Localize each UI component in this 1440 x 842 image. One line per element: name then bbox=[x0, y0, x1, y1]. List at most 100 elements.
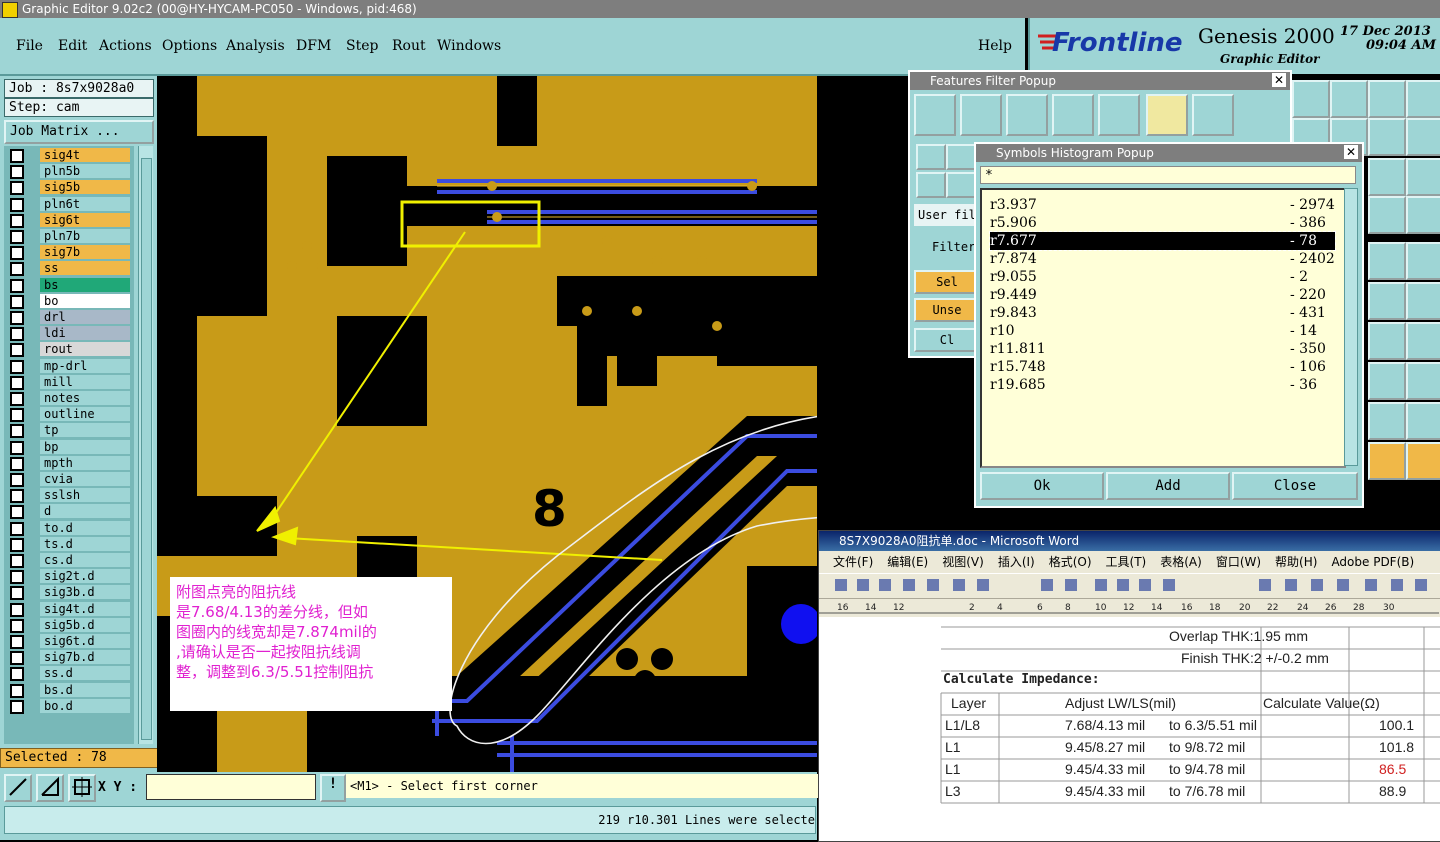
layer-checkbox[interactable] bbox=[10, 149, 24, 163]
layer-checkbox[interactable] bbox=[10, 651, 24, 666]
tool-arc-icon[interactable] bbox=[1368, 322, 1406, 360]
layer-row[interactable]: bo bbox=[4, 293, 148, 309]
histogram-row[interactable]: r7.874 - 2402 bbox=[990, 250, 1335, 268]
word-menu-item[interactable]: Adobe PDF(B) bbox=[1331, 555, 1414, 569]
layer-checkbox[interactable] bbox=[10, 456, 24, 471]
layer-row[interactable]: sig4t bbox=[4, 148, 148, 163]
menu-windows[interactable]: Windows bbox=[437, 38, 501, 54]
layer-row[interactable]: d bbox=[4, 504, 148, 520]
tool-d-icon[interactable] bbox=[1406, 118, 1440, 156]
menu-analysis[interactable]: Analysis bbox=[226, 38, 285, 54]
layer-row[interactable]: sig2t.d bbox=[4, 569, 148, 585]
tool-line2-icon[interactable] bbox=[1406, 282, 1440, 320]
tool-point-icon[interactable] bbox=[1406, 242, 1440, 280]
layer-checkbox[interactable] bbox=[10, 424, 24, 439]
layer-row[interactable]: pln7b bbox=[4, 229, 148, 244]
layer-checkbox[interactable] bbox=[10, 294, 24, 309]
filter-surface-icon[interactable] bbox=[1006, 94, 1048, 136]
layer-row[interactable]: sig5b.d bbox=[4, 617, 148, 633]
filter-negative-icon[interactable] bbox=[1192, 94, 1234, 136]
histogram-filter-input[interactable]: * bbox=[980, 166, 1356, 184]
menu-actions[interactable]: Actions bbox=[99, 38, 152, 54]
word-menu-item[interactable]: 格式(O) bbox=[1049, 555, 1092, 569]
word-menu-item[interactable]: 帮助(H) bbox=[1275, 555, 1317, 569]
histogram-add-button[interactable]: Add bbox=[1106, 472, 1230, 500]
tool-scale-icon[interactable] bbox=[1368, 158, 1406, 196]
layer-row[interactable]: bs bbox=[4, 277, 148, 293]
histogram-row[interactable]: r7.677 - 78 bbox=[989, 231, 1336, 251]
layer-row[interactable]: mill bbox=[4, 374, 148, 390]
layer-row[interactable]: sig6t bbox=[4, 212, 148, 228]
filter-select-button[interactable]: Sel bbox=[914, 270, 980, 294]
filter-option-a-icon[interactable] bbox=[916, 144, 946, 170]
histogram-row[interactable]: r9.055 - 2 bbox=[990, 268, 1335, 286]
tool-download-icon[interactable] bbox=[1330, 80, 1368, 118]
job-matrix-button[interactable]: Job Matrix ... bbox=[4, 120, 154, 144]
layer-checkbox[interactable] bbox=[10, 278, 24, 293]
menu-help[interactable]: Help bbox=[978, 38, 1012, 54]
menu-step[interactable]: Step bbox=[346, 38, 378, 54]
layer-checkbox[interactable] bbox=[10, 602, 24, 617]
layer-row[interactable]: sig7b bbox=[4, 245, 148, 261]
xy-input[interactable] bbox=[146, 774, 316, 800]
filter-option-d-icon[interactable] bbox=[946, 172, 976, 198]
layer-list-scrollbar[interactable] bbox=[138, 146, 153, 744]
word-menu-item[interactable]: 视图(V) bbox=[942, 555, 984, 569]
layer-checkbox[interactable] bbox=[10, 635, 24, 649]
menu-edit[interactable]: Edit bbox=[58, 38, 87, 54]
histogram-list[interactable]: r3.937 - 2974 r5.906 - 386 r7.677 - 78 r7.874 -… bbox=[980, 188, 1346, 468]
word-menu-item[interactable]: 编辑(E) bbox=[887, 555, 928, 569]
layer-checkbox[interactable] bbox=[10, 473, 24, 487]
filter-clear-button[interactable]: Cl bbox=[914, 328, 980, 352]
word-menu-item[interactable]: 文件(F) bbox=[833, 555, 873, 569]
layer-checkbox[interactable] bbox=[10, 699, 24, 714]
filter-option-b-icon[interactable] bbox=[946, 144, 976, 170]
layer-checkbox[interactable] bbox=[10, 197, 24, 212]
word-document[interactable]: Overlap THK:1.95 mm Finish THK:2 +/-0.2 … bbox=[819, 619, 1440, 841]
histogram-scrollbar[interactable] bbox=[1344, 188, 1358, 466]
layer-row[interactable]: to.d bbox=[4, 520, 148, 536]
filter-close-icon[interactable]: ✕ bbox=[1272, 73, 1286, 87]
layer-checkbox[interactable] bbox=[10, 246, 24, 261]
histogram-row[interactable]: r15.748 - 106 bbox=[990, 358, 1335, 376]
histogram-row[interactable]: r10 - 14 bbox=[990, 322, 1335, 340]
tool-measure-icon[interactable] bbox=[1368, 402, 1406, 440]
tool-c-icon[interactable] bbox=[1368, 118, 1406, 156]
tool-traffic-icon[interactable] bbox=[1368, 196, 1406, 234]
tool-shapes-icon[interactable] bbox=[1406, 362, 1440, 400]
filter-arc-icon[interactable] bbox=[1052, 94, 1094, 136]
layer-checkbox[interactable] bbox=[10, 505, 24, 520]
histogram-ok-button[interactable]: Ok bbox=[980, 472, 1104, 500]
tool-net-icon[interactable] bbox=[1406, 196, 1440, 234]
layer-row[interactable]: ss bbox=[4, 261, 148, 277]
layer-row[interactable]: bs.d bbox=[4, 682, 148, 698]
histogram-row[interactable]: r9.449 - 220 bbox=[990, 286, 1335, 304]
layer-row[interactable]: sig7b.d bbox=[4, 650, 148, 666]
layer-row[interactable]: ldi bbox=[4, 326, 148, 342]
tool-home-icon[interactable] bbox=[1368, 80, 1406, 118]
histogram-close-button[interactable]: Close bbox=[1232, 472, 1358, 500]
layer-checkbox[interactable] bbox=[10, 537, 24, 552]
layer-row[interactable]: tp bbox=[4, 423, 148, 439]
layer-checkbox[interactable] bbox=[10, 392, 24, 406]
histogram-row[interactable]: r9.843 - 431 bbox=[990, 304, 1335, 322]
layer-row[interactable]: ts.d bbox=[4, 536, 148, 552]
layer-row[interactable]: cvia bbox=[4, 472, 148, 487]
filter-text-icon[interactable] bbox=[1098, 94, 1140, 136]
menu-options[interactable]: Options bbox=[162, 38, 217, 54]
filter-unselect-button[interactable]: Unse bbox=[914, 298, 980, 322]
layer-checkbox[interactable] bbox=[10, 213, 24, 228]
tool-pointer-icon[interactable] bbox=[1368, 442, 1406, 480]
layer-checkbox[interactable] bbox=[10, 521, 24, 536]
tool-measure2-icon[interactable] bbox=[1406, 402, 1440, 440]
layer-checkbox[interactable] bbox=[10, 570, 24, 585]
measure-tool-icon[interactable] bbox=[36, 774, 64, 802]
layer-checkbox[interactable] bbox=[10, 586, 24, 601]
snap-tool-icon[interactable] bbox=[4, 774, 32, 802]
layer-row[interactable]: sig5b bbox=[4, 180, 148, 196]
grid-tool-icon[interactable] bbox=[68, 774, 96, 802]
filter-pad-icon[interactable] bbox=[960, 94, 1002, 136]
layer-checkbox[interactable] bbox=[10, 667, 24, 682]
layer-row[interactable]: mpth bbox=[4, 455, 148, 471]
layer-checkbox[interactable] bbox=[10, 408, 24, 423]
